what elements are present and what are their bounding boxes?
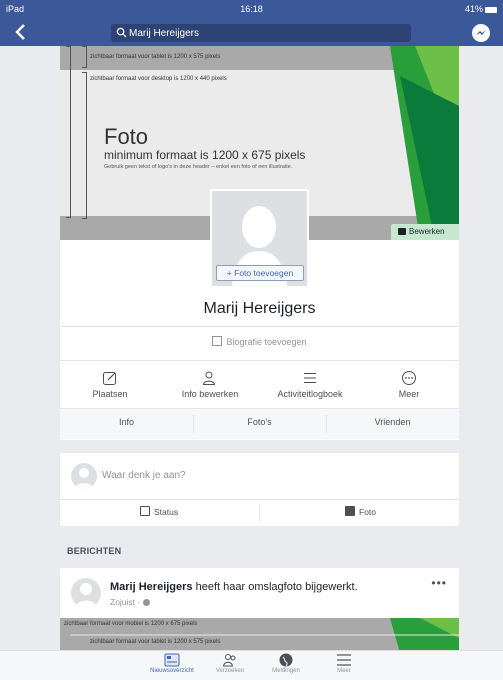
avatar[interactable] bbox=[71, 578, 101, 608]
add-photo-button[interactable]: + Foto toevoegen bbox=[216, 265, 304, 281]
photo-icon bbox=[345, 506, 355, 516]
bottom-tab-bar: Nieuwsoverzicht Verzoeken Meldingen Meer bbox=[0, 650, 503, 680]
add-bio-label: Biografie toevoegen bbox=[226, 337, 307, 347]
divider bbox=[259, 505, 260, 521]
post-note-mobile: zichtbaar formaat voor mobiel is 1200 x … bbox=[64, 621, 198, 627]
tab-notifications[interactable]: Meldingen bbox=[256, 653, 316, 674]
cover-title: Foto bbox=[104, 124, 149, 149]
friend-requests-icon bbox=[222, 654, 236, 667]
feed-post: Marij Hereijgers heeft haar omslagfoto b… bbox=[60, 568, 459, 653]
battery-percent: 41% bbox=[464, 4, 483, 14]
photo-label: Foto bbox=[359, 507, 377, 517]
section-heading: BERICHTEN bbox=[67, 546, 122, 556]
chevron-left-icon bbox=[15, 24, 25, 40]
edit-cover-label: Bewerken bbox=[409, 227, 445, 236]
person-edit-icon bbox=[202, 371, 216, 385]
tab-notifications-label: Meldingen bbox=[272, 668, 300, 674]
top-navigation-bar bbox=[0, 20, 503, 46]
messenger-icon bbox=[476, 30, 486, 35]
divider bbox=[60, 326, 459, 327]
messenger-button[interactable] bbox=[472, 24, 490, 42]
globe-icon bbox=[142, 599, 150, 606]
back-button[interactable] bbox=[14, 23, 34, 43]
divider bbox=[60, 499, 459, 500]
avatar-silhouette-icon bbox=[75, 468, 93, 489]
more-label: Meer bbox=[398, 389, 420, 399]
camera-icon bbox=[398, 228, 406, 235]
post-action-button[interactable]: Plaatsen bbox=[60, 364, 160, 408]
post-options-button[interactable]: ••• bbox=[431, 576, 447, 590]
edit-info-label: Info bewerken bbox=[181, 389, 239, 399]
edit-cover-button[interactable]: Bewerken bbox=[391, 224, 459, 240]
battery-icon bbox=[485, 6, 497, 13]
avatar-silhouette-icon bbox=[75, 583, 97, 608]
photo-button[interactable]: Foto bbox=[345, 506, 376, 517]
edit-icon bbox=[103, 372, 116, 385]
cover-subtitle: minimum formaat is 1200 x 675 pixels bbox=[104, 148, 306, 162]
activity-log-button[interactable]: Activiteitlogboek bbox=[260, 364, 360, 408]
search-bar[interactable] bbox=[111, 24, 411, 42]
more-button[interactable]: Meer bbox=[359, 364, 459, 408]
notifications-globe-icon bbox=[279, 653, 293, 667]
post-meta: Zojuist · bbox=[110, 597, 150, 607]
add-bio-link[interactable]: Biografie toevoegen bbox=[60, 336, 459, 347]
divider bbox=[60, 360, 459, 361]
edit-info-button[interactable]: Info bewerken bbox=[160, 364, 260, 408]
tab-requests-label: Verzoeken bbox=[215, 668, 245, 674]
activity-log-label: Activiteitlogboek bbox=[277, 389, 343, 399]
status-label: Status bbox=[154, 507, 179, 517]
tab-info[interactable]: Info bbox=[60, 417, 193, 427]
profile-card: zichtbaar formaat voor tablet is 1200 x … bbox=[60, 46, 459, 440]
post-action-text: heeft haar omslagfoto bijgewerkt. bbox=[195, 581, 358, 593]
more-icon bbox=[402, 371, 416, 385]
post-headline: Marij Hereijgers heeft haar omslagfoto b… bbox=[110, 581, 358, 593]
profile-subtabs: Info Foto's Vrienden bbox=[60, 408, 459, 439]
tab-requests[interactable]: Verzoeken bbox=[200, 653, 260, 674]
clock: 16:18 bbox=[240, 4, 263, 14]
post-time[interactable]: Zojuist bbox=[110, 597, 135, 607]
profile-name: Marij Hereijgers bbox=[203, 300, 316, 317]
tab-news-feed[interactable]: Nieuwsoverzicht bbox=[142, 653, 202, 674]
post-cover-image[interactable]: zichtbaar formaat voor mobiel is 1200 x … bbox=[60, 618, 459, 653]
tab-photos[interactable]: Foto's bbox=[193, 417, 326, 427]
battery-indicator: 41% bbox=[465, 4, 497, 14]
tab-more[interactable]: Meer bbox=[314, 653, 374, 674]
menu-icon bbox=[337, 654, 351, 666]
post-author[interactable]: Marij Hereijgers bbox=[110, 581, 193, 593]
tab-friends[interactable]: Vrienden bbox=[326, 417, 459, 427]
cover-hint: Gebruik geen tekst of logo's in deze hea… bbox=[104, 164, 293, 170]
status-button[interactable]: Status bbox=[140, 506, 178, 517]
edit-icon bbox=[140, 506, 150, 516]
post-action-label: Plaatsen bbox=[92, 389, 128, 399]
profile-picture[interactable]: + Foto toevoegen bbox=[210, 189, 309, 288]
post-composer: Waar denk je aan? Status Foto bbox=[60, 453, 459, 526]
tab-more-label: Meer bbox=[337, 668, 351, 674]
avatar bbox=[71, 463, 97, 489]
bio-icon bbox=[212, 336, 223, 346]
profile-actions: Plaatsen Info bewerken Activiteitlogboek… bbox=[60, 364, 459, 408]
composer-prompt[interactable]: Waar denk je aan? bbox=[102, 470, 186, 481]
news-feed-icon bbox=[164, 653, 180, 667]
search-input[interactable] bbox=[129, 25, 399, 41]
status-bar: iPad 16:18 41% bbox=[0, 0, 503, 20]
list-icon bbox=[304, 373, 316, 383]
tab-news-feed-label: Nieuwsoverzicht bbox=[150, 668, 194, 674]
post-note-tablet: zichtbaar formaat voor tablet is 1200 x … bbox=[90, 639, 221, 645]
search-icon bbox=[116, 27, 127, 38]
